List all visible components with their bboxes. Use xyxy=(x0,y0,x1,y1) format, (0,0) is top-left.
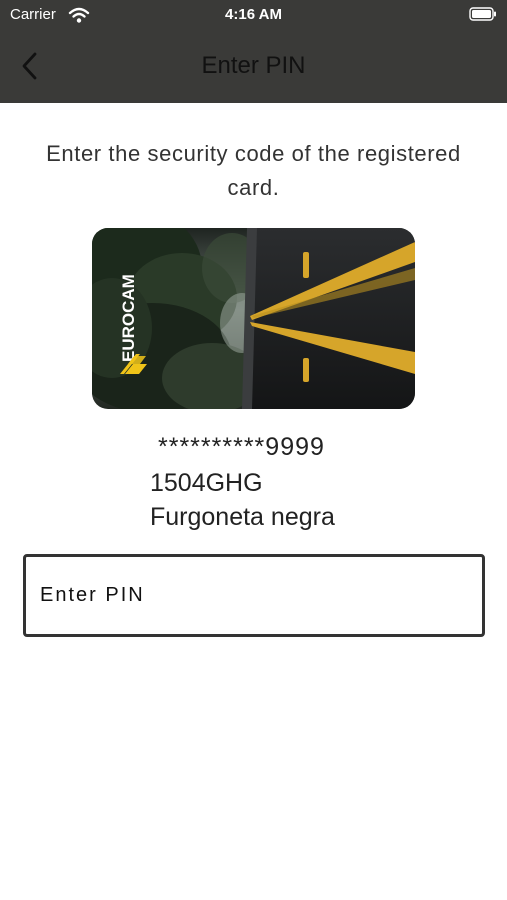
navigation-bar: Enter PIN xyxy=(0,30,507,103)
status-bar: Carrier 4:16 AM xyxy=(0,0,507,30)
pin-input[interactable] xyxy=(40,557,470,634)
card-image: EUROCAM xyxy=(92,228,415,409)
pin-field[interactable] xyxy=(23,554,485,637)
instructions-text: Enter the security code of the registere… xyxy=(46,141,461,200)
card-brand-text: EUROCAM xyxy=(119,274,138,362)
card-plate: 1504GHG xyxy=(150,469,263,497)
battery-icon xyxy=(469,7,496,21)
card-number: **********9999 xyxy=(158,433,325,461)
status-time: 4:16 AM xyxy=(225,6,282,23)
card-description: Furgoneta negra xyxy=(150,503,335,531)
page-title: Enter PIN xyxy=(201,52,306,79)
